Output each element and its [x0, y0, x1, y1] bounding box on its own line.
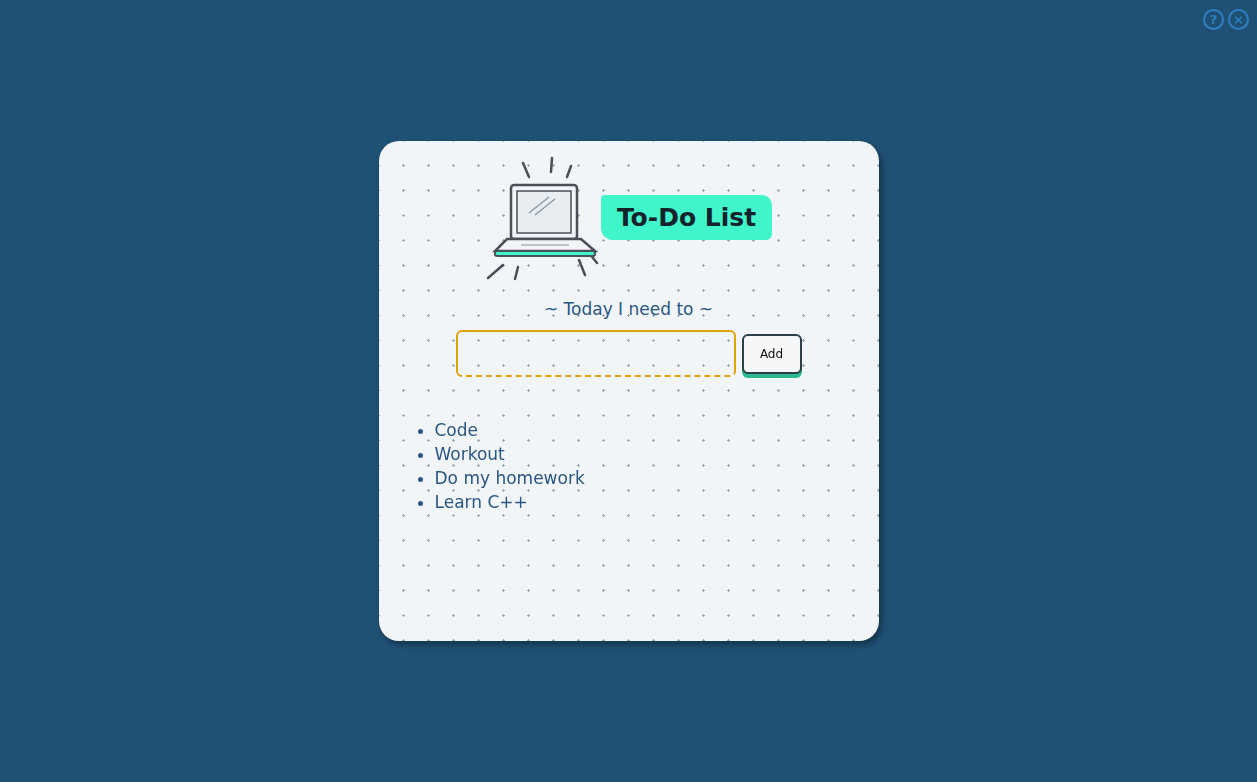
task-input[interactable]: [456, 330, 736, 377]
card-title: To-Do List: [601, 195, 772, 240]
todo-card: To-Do List ~ Today I need to ~ Add CodeWork…: [379, 141, 879, 641]
task-item[interactable]: Code: [435, 418, 839, 442]
task-list: CodeWorkoutDo my homeworkLearn C++: [419, 418, 839, 514]
card-header: To-Do List: [485, 155, 772, 281]
laptop-icon: [485, 155, 605, 281]
page: ?× To-Do List ~ Today I need to ~ Add CodeWo…: [0, 0, 1257, 782]
corner-buttons: ?×: [1203, 9, 1249, 30]
close-button[interactable]: ×: [1228, 9, 1249, 30]
task-item[interactable]: Do my homework: [435, 466, 839, 490]
card-subtitle: ~ Today I need to ~: [544, 298, 713, 320]
help-button[interactable]: ?: [1203, 9, 1224, 30]
input-row: Add: [456, 330, 802, 377]
add-button[interactable]: Add: [742, 334, 802, 374]
task-item[interactable]: Learn C++: [435, 490, 839, 514]
task-item[interactable]: Workout: [435, 442, 839, 466]
